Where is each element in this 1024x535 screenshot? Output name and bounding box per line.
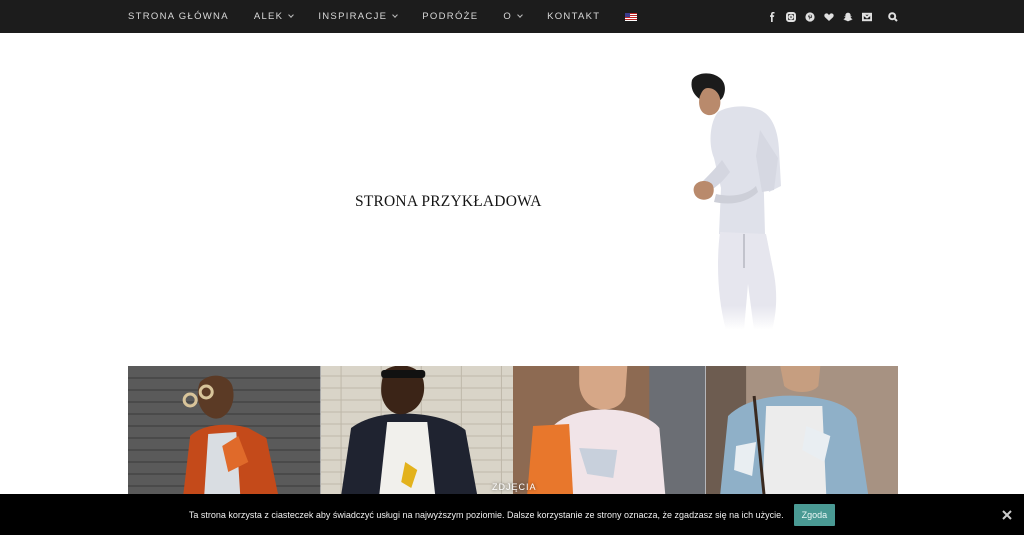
site-title[interactable]: STRONA PRZYKŁADOWA [355, 193, 542, 211]
mail-icon[interactable] [861, 11, 872, 22]
nav-item-label: O [503, 11, 513, 22]
nav-item-home[interactable]: STRONA GŁÓWNA [128, 11, 229, 22]
nav-item-alek[interactable]: ALEK [253, 11, 295, 22]
nav-item-kontakt[interactable]: KONTAKT [547, 11, 600, 22]
nav-item-label: ALEK [253, 11, 284, 22]
gallery-photo[interactable] [128, 366, 321, 496]
chevron-down-icon [392, 12, 399, 18]
chevron-down-icon [288, 12, 295, 18]
instagram-icon[interactable] [785, 11, 796, 22]
close-icon[interactable] [1002, 507, 1014, 520]
chevron-down-icon [517, 12, 523, 18]
language-switch[interactable] [625, 12, 638, 21]
top-navigation-bar: STRONA GŁÓWNA ALEK INSPIRACJE PODRÓŻE O … [0, 0, 1024, 33]
cookie-message: Ta strona korzysta z ciasteczek aby świa… [188, 509, 784, 520]
nav-item-label: STRONA GŁÓWNA [128, 11, 229, 22]
gallery-photo[interactable] [320, 366, 513, 496]
gallery-caption: ZDJĘCIA [492, 482, 537, 492]
gallery-photo[interactable] [705, 366, 898, 496]
nav-item-podroze[interactable]: PODRÓŻE [422, 11, 478, 22]
snapchat-icon[interactable] [842, 11, 853, 22]
pinterest-icon[interactable] [804, 11, 815, 22]
nav-item-label: INSPIRACJE [318, 11, 388, 22]
gallery-photo[interactable] [513, 366, 706, 496]
nav-item-o[interactable]: O [503, 11, 523, 22]
header-model-image [660, 70, 800, 330]
social-links [766, 0, 898, 33]
nav-item-label: KONTAKT [547, 11, 601, 22]
instagram-gallery [128, 366, 898, 496]
search-icon[interactable] [887, 11, 898, 22]
main-menu: STRONA GŁÓWNA ALEK INSPIRACJE PODRÓŻE O … [128, 0, 662, 33]
facebook-icon[interactable] [766, 11, 777, 22]
nav-item-inspiracje[interactable]: INSPIRACJE [318, 11, 399, 22]
cookie-banner: Ta strona korzysta z ciasteczek aby świa… [0, 494, 1024, 535]
us-flag-icon [625, 12, 638, 21]
cookie-accept-button[interactable]: Zgoda [793, 503, 836, 526]
nav-item-label: PODRÓŻE [422, 11, 479, 22]
heart-icon[interactable] [823, 11, 834, 22]
